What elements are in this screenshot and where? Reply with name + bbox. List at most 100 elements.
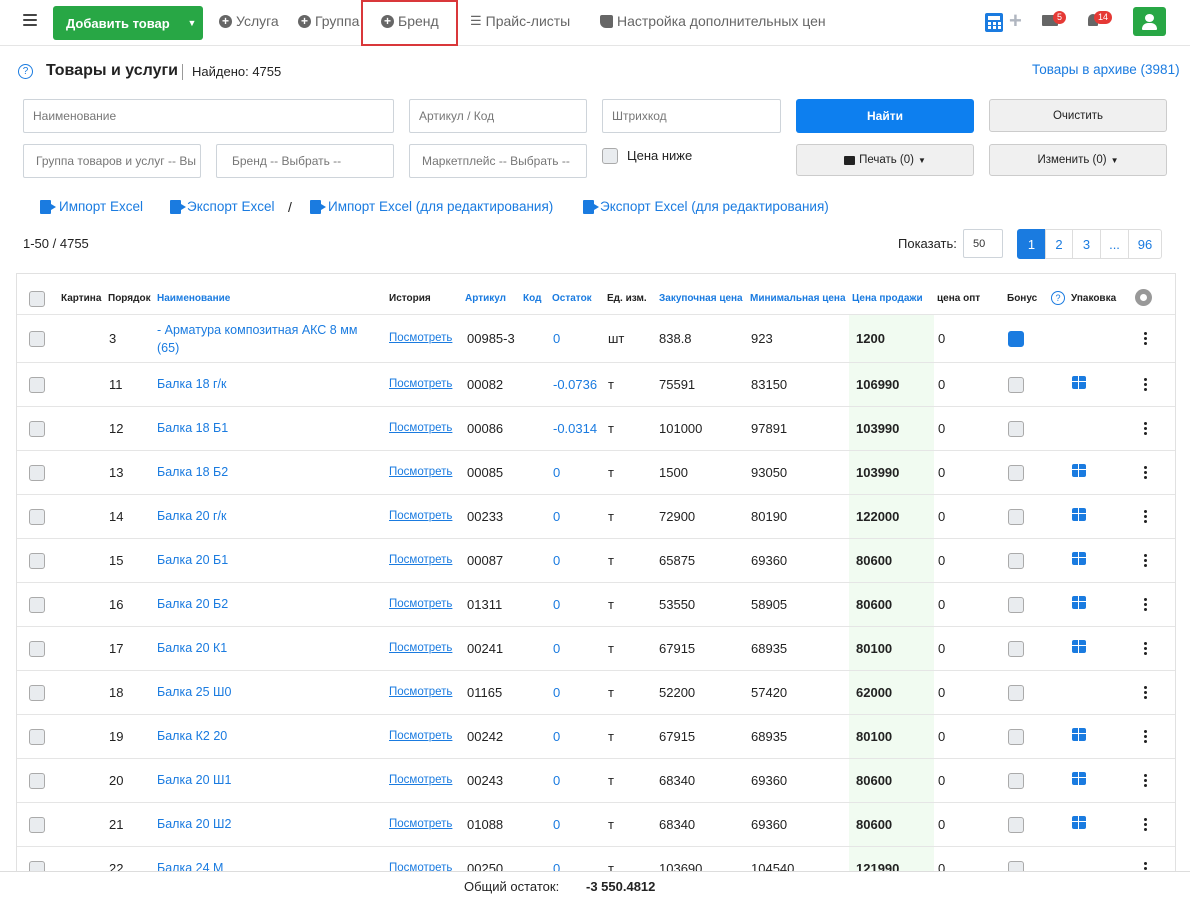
more-vertical-icon[interactable] — [1144, 730, 1147, 745]
col-purchase[interactable]: Закупочная цена — [659, 293, 743, 304]
row-history-link[interactable]: Посмотреть — [389, 774, 452, 786]
row-bonus-checkbox[interactable] — [1008, 597, 1024, 613]
row-bonus-checkbox[interactable] — [1008, 377, 1024, 393]
more-vertical-icon[interactable] — [1144, 598, 1147, 613]
row-bonus-checkbox[interactable] — [1008, 773, 1024, 789]
plus-icon[interactable]: + — [1009, 8, 1022, 34]
barcode-search-input[interactable]: Штрихкод — [602, 99, 781, 133]
clear-button[interactable]: Очистить — [989, 99, 1167, 132]
page-3-button[interactable]: 3 — [1072, 229, 1101, 259]
row-checkbox[interactable] — [29, 773, 45, 789]
marketplace-select[interactable]: Маркетплейс -- Выбрать -- — [409, 144, 587, 178]
nav-brand-link[interactable]: + Бренд — [381, 13, 439, 29]
row-history-link[interactable]: Посмотреть — [389, 510, 452, 522]
find-button[interactable]: Найти — [796, 99, 974, 133]
page-1-button[interactable]: 1 — [1017, 229, 1046, 259]
col-stock[interactable]: Остаток — [552, 293, 592, 304]
more-vertical-icon[interactable] — [1144, 554, 1147, 569]
row-stock-link[interactable]: 0 — [553, 509, 560, 524]
archive-link[interactable]: Товары в архиве (3981) — [1032, 62, 1180, 77]
row-name-link-line2[interactable]: (65) — [157, 341, 179, 355]
row-history-link[interactable]: Посмотреть — [389, 332, 452, 344]
box-icon[interactable] — [1072, 816, 1086, 829]
row-stock-link[interactable]: 0 — [553, 641, 560, 656]
per-page-input[interactable]: 50 — [963, 229, 1003, 258]
row-history-link[interactable]: Посмотреть — [389, 422, 452, 434]
row-name-link[interactable]: Балка 18 г/к — [157, 377, 227, 391]
add-product-button[interactable]: Добавить товар ▼ — [53, 6, 203, 40]
export-excel-edit-link[interactable]: Экспорт Excel (для редактирования) — [583, 199, 829, 214]
calculator-icon[interactable] — [985, 13, 1003, 32]
col-code[interactable]: Код — [523, 293, 541, 304]
row-checkbox[interactable] — [29, 685, 45, 701]
box-icon[interactable] — [1072, 772, 1086, 785]
page-2-button[interactable]: 2 — [1045, 229, 1073, 259]
more-vertical-icon[interactable] — [1144, 642, 1147, 657]
row-stock-link[interactable]: -0.0314 — [553, 421, 597, 436]
row-name-link[interactable]: Балка 18 Б1 — [157, 421, 228, 435]
row-history-link[interactable]: Посмотреть — [389, 686, 452, 698]
row-checkbox[interactable] — [29, 509, 45, 525]
box-icon[interactable] — [1072, 552, 1086, 565]
article-search-input[interactable]: Артикул / Код — [409, 99, 587, 133]
nav-group-link[interactable]: + Группа — [298, 13, 359, 29]
col-sale-price[interactable]: Цена продажи — [852, 293, 923, 304]
row-stock-link[interactable]: 0 — [553, 817, 560, 832]
row-checkbox[interactable] — [29, 465, 45, 481]
export-excel-link[interactable]: Экспорт Excel — [170, 199, 275, 214]
row-bonus-checkbox[interactable] — [1008, 641, 1024, 657]
row-name-link[interactable]: Балка 20 Ш1 — [157, 773, 231, 787]
row-checkbox[interactable] — [29, 421, 45, 437]
print-button[interactable]: Печать (0) ▼ — [796, 144, 974, 176]
row-stock-link[interactable]: 0 — [553, 729, 560, 744]
col-name[interactable]: Наименование — [157, 293, 230, 304]
more-vertical-icon[interactable] — [1144, 686, 1147, 701]
box-icon[interactable] — [1072, 728, 1086, 741]
row-name-link[interactable]: Балка 24 М — [157, 861, 223, 871]
row-name-link[interactable]: Балка 20 г/к — [157, 509, 227, 523]
more-vertical-icon[interactable] — [1144, 422, 1147, 437]
row-checkbox[interactable] — [29, 729, 45, 745]
row-history-link[interactable]: Посмотреть — [389, 862, 452, 871]
row-bonus-checkbox[interactable] — [1008, 729, 1024, 745]
more-vertical-icon[interactable] — [1144, 332, 1147, 347]
name-search-input[interactable]: Наименование — [23, 99, 394, 133]
box-icon[interactable] — [1072, 640, 1086, 653]
row-history-link[interactable]: Посмотреть — [389, 642, 452, 654]
row-name-link[interactable]: - Арматура композитная АКС 8 мм — [157, 323, 357, 337]
row-stock-link[interactable]: 0 — [553, 331, 560, 346]
row-name-link[interactable]: Балка К2 20 — [157, 729, 227, 743]
row-stock-link[interactable]: 0 — [553, 685, 560, 700]
nav-pricelists-link[interactable]: ☰ Прайс-листы — [470, 13, 570, 29]
more-vertical-icon[interactable] — [1144, 774, 1147, 789]
row-name-link[interactable]: Балка 20 К1 — [157, 641, 227, 655]
nav-service-link[interactable]: + Услуга — [219, 13, 279, 29]
row-checkbox[interactable] — [29, 553, 45, 569]
col-min-price[interactable]: Минимальная цена — [750, 293, 846, 304]
hamburger-menu-icon[interactable] — [23, 14, 37, 26]
row-checkbox[interactable] — [29, 861, 45, 871]
row-name-link[interactable]: Балка 18 Б2 — [157, 465, 228, 479]
row-history-link[interactable]: Посмотреть — [389, 554, 452, 566]
row-bonus-checkbox[interactable] — [1008, 509, 1024, 525]
help-icon[interactable]: ? — [18, 64, 33, 79]
row-bonus-checkbox[interactable] — [1008, 553, 1024, 569]
more-vertical-icon[interactable] — [1144, 862, 1147, 871]
row-history-link[interactable]: Посмотреть — [389, 598, 452, 610]
row-bonus-checkbox[interactable] — [1008, 685, 1024, 701]
box-icon[interactable] — [1072, 508, 1086, 521]
more-vertical-icon[interactable] — [1144, 378, 1147, 393]
row-stock-link[interactable]: -0.0736 — [553, 377, 597, 392]
brand-select[interactable]: Бренд -- Выбрать -- — [216, 144, 394, 178]
row-checkbox[interactable] — [29, 817, 45, 833]
row-checkbox[interactable] — [29, 331, 45, 347]
help-icon[interactable]: ? — [1051, 291, 1065, 305]
import-excel-link[interactable]: Импорт Excel — [40, 199, 143, 214]
more-vertical-icon[interactable] — [1144, 466, 1147, 481]
box-icon[interactable] — [1072, 596, 1086, 609]
row-name-link[interactable]: Балка 20 Б1 — [157, 553, 228, 567]
import-excel-edit-link[interactable]: Импорт Excel (для редактирования) — [310, 199, 553, 214]
row-stock-link[interactable]: 0 — [553, 553, 560, 568]
box-icon[interactable] — [1072, 464, 1086, 477]
user-profile-button[interactable] — [1133, 7, 1166, 36]
